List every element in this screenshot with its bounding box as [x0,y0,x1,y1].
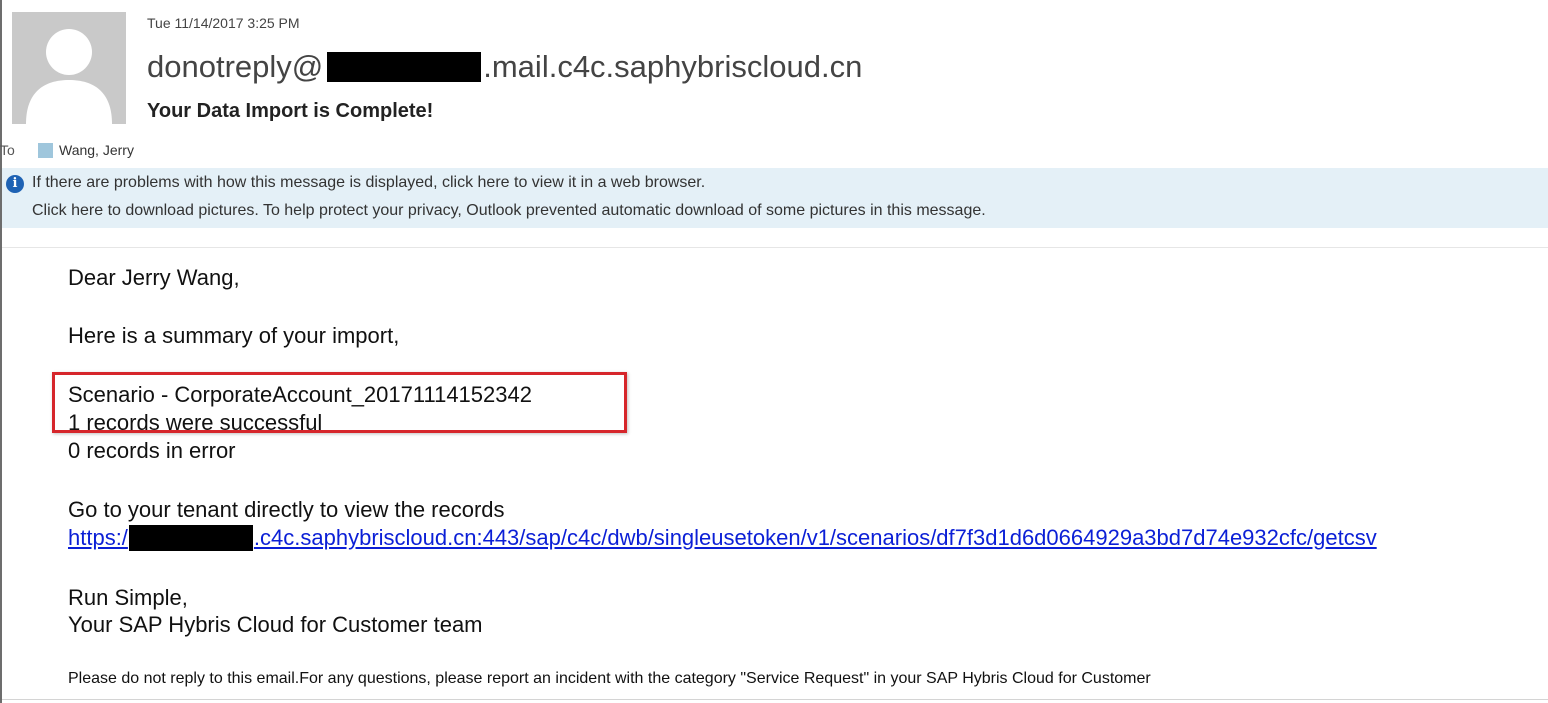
redaction-block [327,52,482,82]
redaction-block [128,525,253,551]
sender-address[interactable]: donotreply@ .mail.c4c.saphybriscloud.cn [147,46,862,88]
error-count: 0 records in error [68,438,236,463]
window-left-border [0,0,2,703]
message-datetime: Tue 11/14/2017 3:25 PM [147,15,300,31]
tenant-instruction: Go to your tenant directly to view the r… [68,497,505,522]
sender-address-suffix: .mail.c4c.saphybriscloud.cn [483,49,863,84]
footer-disclaimer: Please do not reply to this email.For an… [68,670,1151,687]
recipient-name[interactable]: Wang, Jerry [59,142,134,158]
highlight-annotation-box [52,372,627,433]
person-silhouette-icon [26,29,112,124]
team-signature: Your SAP Hybris Cloud for Customer team [68,612,483,637]
message-subject: Your Data Import is Complete! [147,100,434,122]
link-suffix: .c4c.saphybriscloud.cn:443/sap/c4c/dwb/s… [253,525,1377,550]
bottom-divider [2,699,1548,700]
link-prefix: https:/ [68,525,128,550]
sender-address-prefix: donotreply@ [147,49,324,84]
greeting: Dear Jerry Wang, [68,265,240,290]
info-bar: i If there are problems with how this me… [2,168,1548,228]
tenant-records-link[interactable]: https:/ .c4c.saphybriscloud.cn:443/sap/c… [68,524,1377,552]
info-icon: i [6,175,24,193]
signoff: Run Simple, [68,585,188,610]
view-in-browser-notice[interactable]: If there are problems with how this mess… [32,174,705,192]
contact-card-icon [38,142,53,158]
download-pictures-notice[interactable]: Click here to download pictures. To help… [32,202,986,220]
recipients-row: To Wang, Jerry [0,140,134,160]
to-label: To [0,142,15,158]
sender-avatar [12,12,126,124]
header-divider [2,247,1548,248]
summary-intro: Here is a summary of your import, [68,323,400,348]
